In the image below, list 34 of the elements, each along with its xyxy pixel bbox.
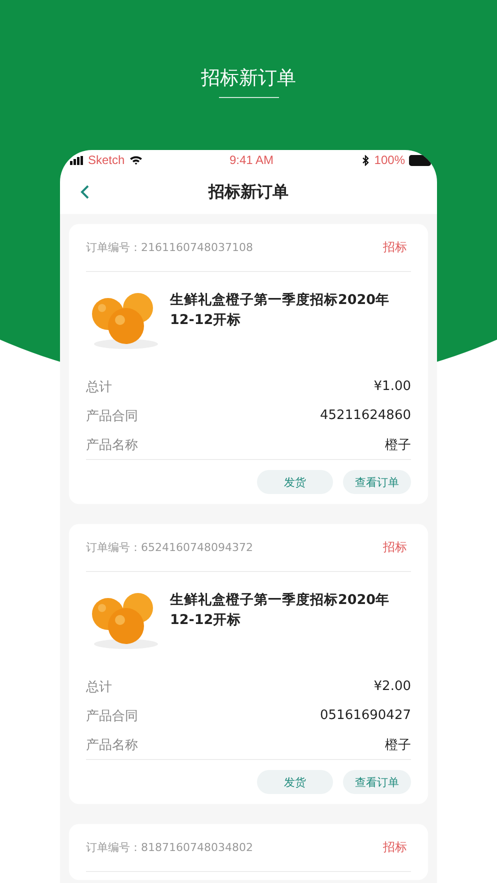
bluetooth-icon bbox=[362, 154, 370, 166]
nav-title: 招标新订单 bbox=[208, 182, 288, 202]
detail-label: 总计 bbox=[86, 378, 112, 396]
wifi-icon bbox=[128, 155, 143, 165]
order-status: 招标 bbox=[382, 839, 408, 856]
signal-icon bbox=[70, 156, 84, 164]
page-headline: 招标新订单 bbox=[200, 66, 297, 90]
detail-label: 产品合同 bbox=[86, 708, 138, 724]
product-title: 生鲜礼盒橙子第一季度招标2020年12-12开标 bbox=[170, 291, 391, 330]
carrier-name: Sketch bbox=[88, 153, 125, 167]
status-time: 9:41 AM bbox=[229, 153, 274, 167]
order-action-button[interactable]: 查看订单 bbox=[343, 770, 411, 794]
detail-value: ¥1.00 bbox=[374, 379, 411, 394]
detail-value: 45211624860 bbox=[320, 408, 411, 423]
detail-value: 橙子 bbox=[385, 436, 411, 454]
order-status: 招标 bbox=[382, 539, 408, 556]
order-status: 招标 bbox=[382, 239, 408, 256]
detail-label: 产品合同 bbox=[86, 408, 138, 424]
detail-value: 橙子 bbox=[385, 736, 411, 754]
order-action-button[interactable]: 查看订单 bbox=[343, 470, 411, 494]
order-action-button[interactable]: 发货 bbox=[257, 770, 333, 794]
back-icon[interactable] bbox=[80, 184, 90, 200]
product-title: 生鲜礼盒橙子第一季度招标2020年12-12开标 bbox=[170, 591, 391, 630]
order-number: 订单编号：2161160748037108 bbox=[86, 240, 253, 255]
order-number: 订单编号：8187160748034802 bbox=[86, 840, 253, 855]
order-action-button[interactable]: 发货 bbox=[257, 470, 333, 494]
detail-value: ¥2.00 bbox=[374, 679, 411, 694]
battery-icon bbox=[409, 154, 433, 166]
battery-percent: 100% bbox=[374, 153, 405, 167]
order-number: 订单编号：6524160748094372 bbox=[86, 540, 253, 555]
detail-label: 产品名称 bbox=[86, 436, 138, 454]
detail-label: 产品名称 bbox=[86, 736, 138, 754]
detail-value: 05161690427 bbox=[320, 708, 411, 723]
detail-label: 总计 bbox=[86, 678, 112, 696]
